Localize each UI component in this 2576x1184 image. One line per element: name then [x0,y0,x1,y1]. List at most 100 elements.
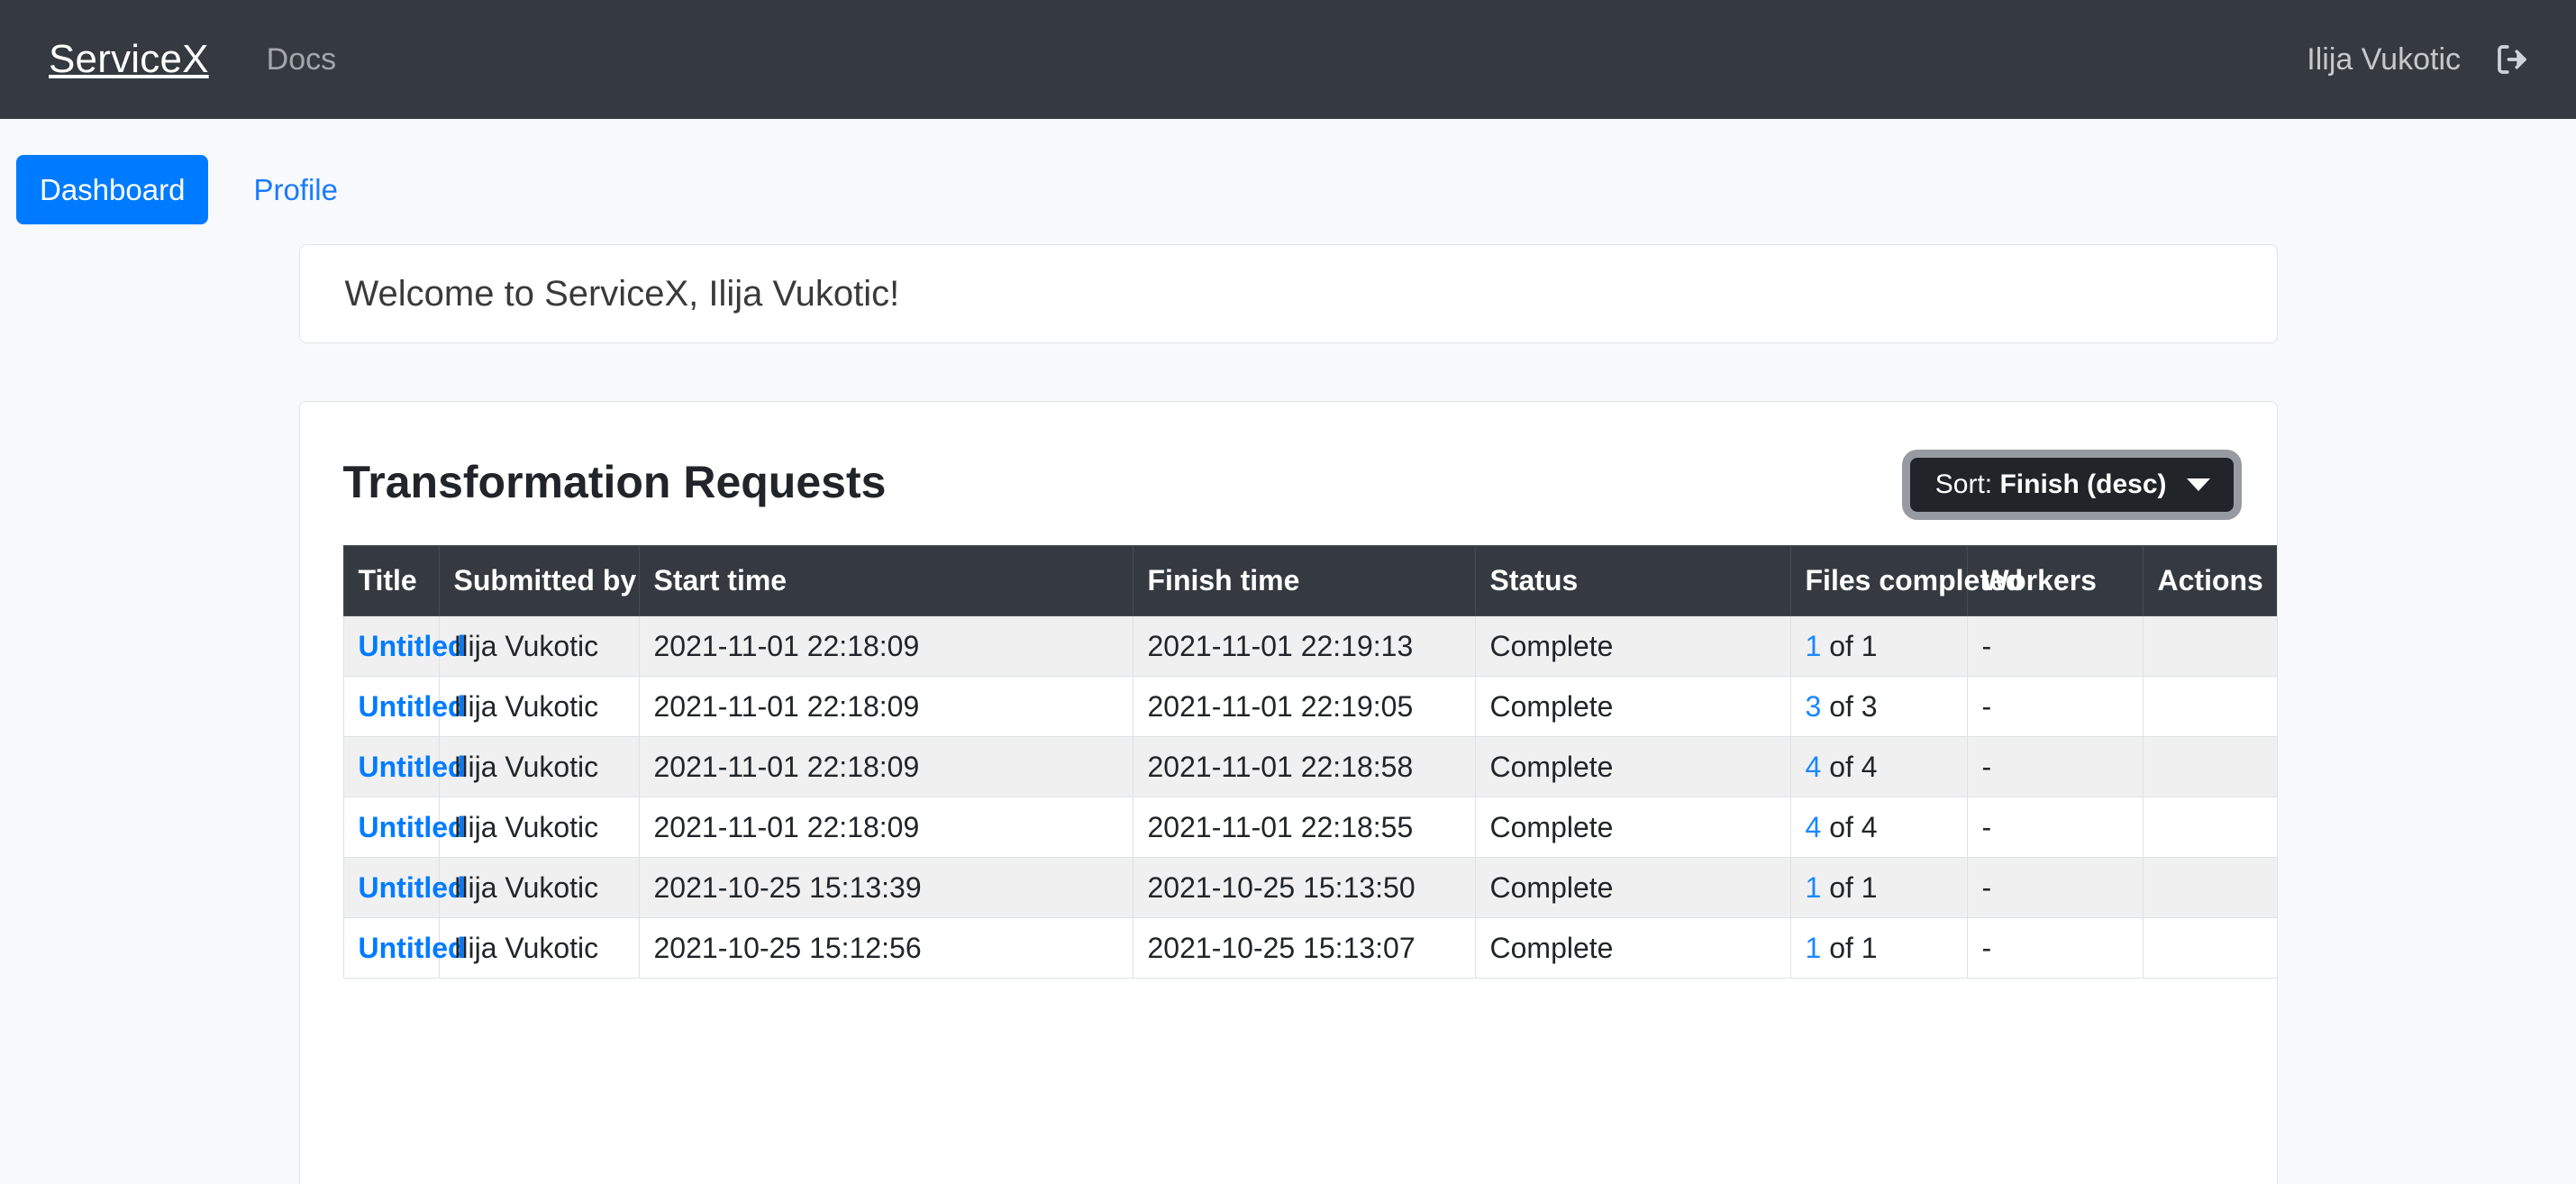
files-completed-link[interactable]: 1 [1806,932,1822,964]
cell-actions [2142,676,2277,737]
request-title-link[interactable]: Untitled [359,751,466,783]
cell-title: Untitled [342,676,466,737]
column-header-actions[interactable]: Actions [2142,545,2277,616]
files-completed-link[interactable]: 4 [1806,751,1822,783]
request-title-link[interactable]: Untitled [359,932,466,964]
sign-out-glyph [2498,45,2526,74]
cell-actions [2142,917,2277,979]
column-header-title[interactable]: Title [342,545,440,616]
cell-finish-time: 2021-11-01 22:18:58 [1132,736,1476,797]
column-header-status[interactable]: Status [1474,545,1791,616]
request-title-link[interactable]: Untitled [359,811,466,843]
cell-title: Untitled [342,797,466,858]
files-total-text: of 4 [1821,751,1878,783]
cell-workers: - [1966,676,2144,737]
column-header-finish-time[interactable]: Finish time [1132,545,1476,616]
page-title: Transformation Requests [342,457,887,507]
cell-status: Complete [1474,797,1791,858]
sort-label: Sort: [1934,469,1993,499]
cell-actions [2142,797,2277,858]
table-row: Untitled Ilija Vukotic 2021-11-01 22:18:09… [342,736,2277,797]
cell-title: Untitled [342,615,466,677]
sort-dropdown-button[interactable]: Sort: Finish (desc) [1909,458,2234,512]
primary-tabs: Dashboard Profile [0,119,2576,224]
nav-link-docs[interactable]: Docs [267,44,336,75]
cell-submitted-by: Ilija Vukotic [438,676,640,737]
tab-profile[interactable]: Profile [230,155,361,224]
request-title-link[interactable]: Untitled [359,871,466,904]
chevron-down-icon [2186,478,2210,491]
cell-status: Complete [1474,857,1791,918]
cell-files-completed: 4 of 4 [1789,797,1968,858]
cell-title: Untitled [342,857,466,918]
cell-files-completed: 1 of 1 [1789,615,1968,677]
cell-workers: - [1966,857,2144,918]
column-header-files-completed[interactable]: Files completed [1789,545,2023,616]
cell-submitted-by: Ilija Vukotic [438,857,640,918]
cell-start-time: 2021-11-01 22:18:09 [638,676,1133,737]
cell-finish-time: 2021-11-01 22:18:55 [1132,797,1476,858]
cell-files-completed: 1 of 1 [1789,917,1968,979]
transformation-requests-card: Transformation Requests Sort: Finish (de… [298,401,2278,1184]
column-header-workers[interactable]: Workers [1966,545,2144,616]
table-header-row: Title Submitted by Start time Finish tim… [342,545,2277,616]
cell-actions [2142,736,2277,797]
cell-start-time: 2021-11-01 22:18:09 [638,615,1133,677]
sort-button-text: Sort: Finish (desc) [1935,471,2167,498]
table-body: Untitled Ilija Vukotic 2021-11-01 22:18:09… [342,615,2277,979]
files-completed-link[interactable]: 1 [1806,630,1822,662]
cell-workers: - [1966,917,2144,979]
main-container: Welcome to ServiceX, Ilija Vukotic! Tran… [298,224,2278,1184]
sort-dropdown-wrapper: Sort: Finish (desc) [1909,458,2234,512]
cell-files-completed: 3 of 3 [1789,676,1968,737]
cell-submitted-by: Ilija Vukotic [438,917,640,979]
cell-status: Complete [1474,917,1791,979]
cell-start-time: 2021-10-25 15:13:39 [638,857,1133,918]
column-header-submitted-by[interactable]: Submitted by [438,545,640,616]
cell-submitted-by: Ilija Vukotic [438,797,640,858]
navbar-links: Docs [267,44,336,75]
table-row: Untitled Ilija Vukotic 2021-11-01 22:18:09… [342,676,2277,737]
files-completed-link[interactable]: 1 [1806,871,1822,904]
transformation-requests-table: Title Submitted by Start time Finish tim… [342,545,2277,979]
request-title-link[interactable]: Untitled [359,630,466,662]
cell-files-completed: 1 of 1 [1789,857,1968,918]
files-completed-link[interactable]: 3 [1806,690,1822,723]
table-row: Untitled Ilija Vukotic 2021-10-25 15:13:39… [342,857,2277,918]
cell-submitted-by: Ilija Vukotic [438,736,640,797]
welcome-card: Welcome to ServiceX, Ilija Vukotic! [298,244,2278,343]
cell-submitted-by: Ilija Vukotic [438,615,640,677]
sort-value: Finish (desc) [1999,469,2167,499]
cell-status: Complete [1474,736,1791,797]
cell-status: Complete [1474,615,1791,677]
column-header-start-time[interactable]: Start time [638,545,1133,616]
cell-workers: - [1966,736,2144,797]
files-total-text: of 1 [1821,932,1878,964]
cell-finish-time: 2021-11-01 22:19:05 [1132,676,1476,737]
cell-start-time: 2021-11-01 22:18:09 [638,736,1133,797]
brand-logo[interactable]: ServiceX [49,40,209,79]
request-title-link[interactable]: Untitled [359,690,466,723]
files-total-text: of 3 [1821,690,1878,723]
cell-files-completed: 4 of 4 [1789,736,1968,797]
cell-start-time: 2021-10-25 15:12:56 [638,917,1133,979]
cell-workers: - [1966,615,2144,677]
files-total-text: of 1 [1821,871,1878,904]
welcome-message: Welcome to ServiceX, Ilija Vukotic! [344,274,900,314]
files-total-text: of 4 [1821,811,1878,843]
table-head: Title Submitted by Start time Finish tim… [342,545,2277,616]
files-total-text: of 1 [1821,630,1878,662]
cell-finish-time: 2021-11-01 22:19:13 [1132,615,1476,677]
sign-out-icon[interactable] [2491,39,2533,80]
navbar-right-group: Ilija Vukotic [2307,39,2533,80]
table-row: Untitled Ilija Vukotic 2021-11-01 22:18:09… [342,797,2277,858]
files-completed-link[interactable]: 4 [1806,811,1822,843]
top-navbar: ServiceX Docs Ilija Vukotic [0,0,2576,119]
cell-finish-time: 2021-10-25 15:13:07 [1132,917,1476,979]
cell-actions [2142,615,2277,677]
cell-start-time: 2021-11-01 22:18:09 [638,797,1133,858]
cell-title: Untitled [342,736,466,797]
cell-workers: - [1966,797,2144,858]
tab-dashboard[interactable]: Dashboard [16,155,209,224]
table-row: Untitled Ilija Vukotic 2021-10-25 15:12:56… [342,917,2277,979]
